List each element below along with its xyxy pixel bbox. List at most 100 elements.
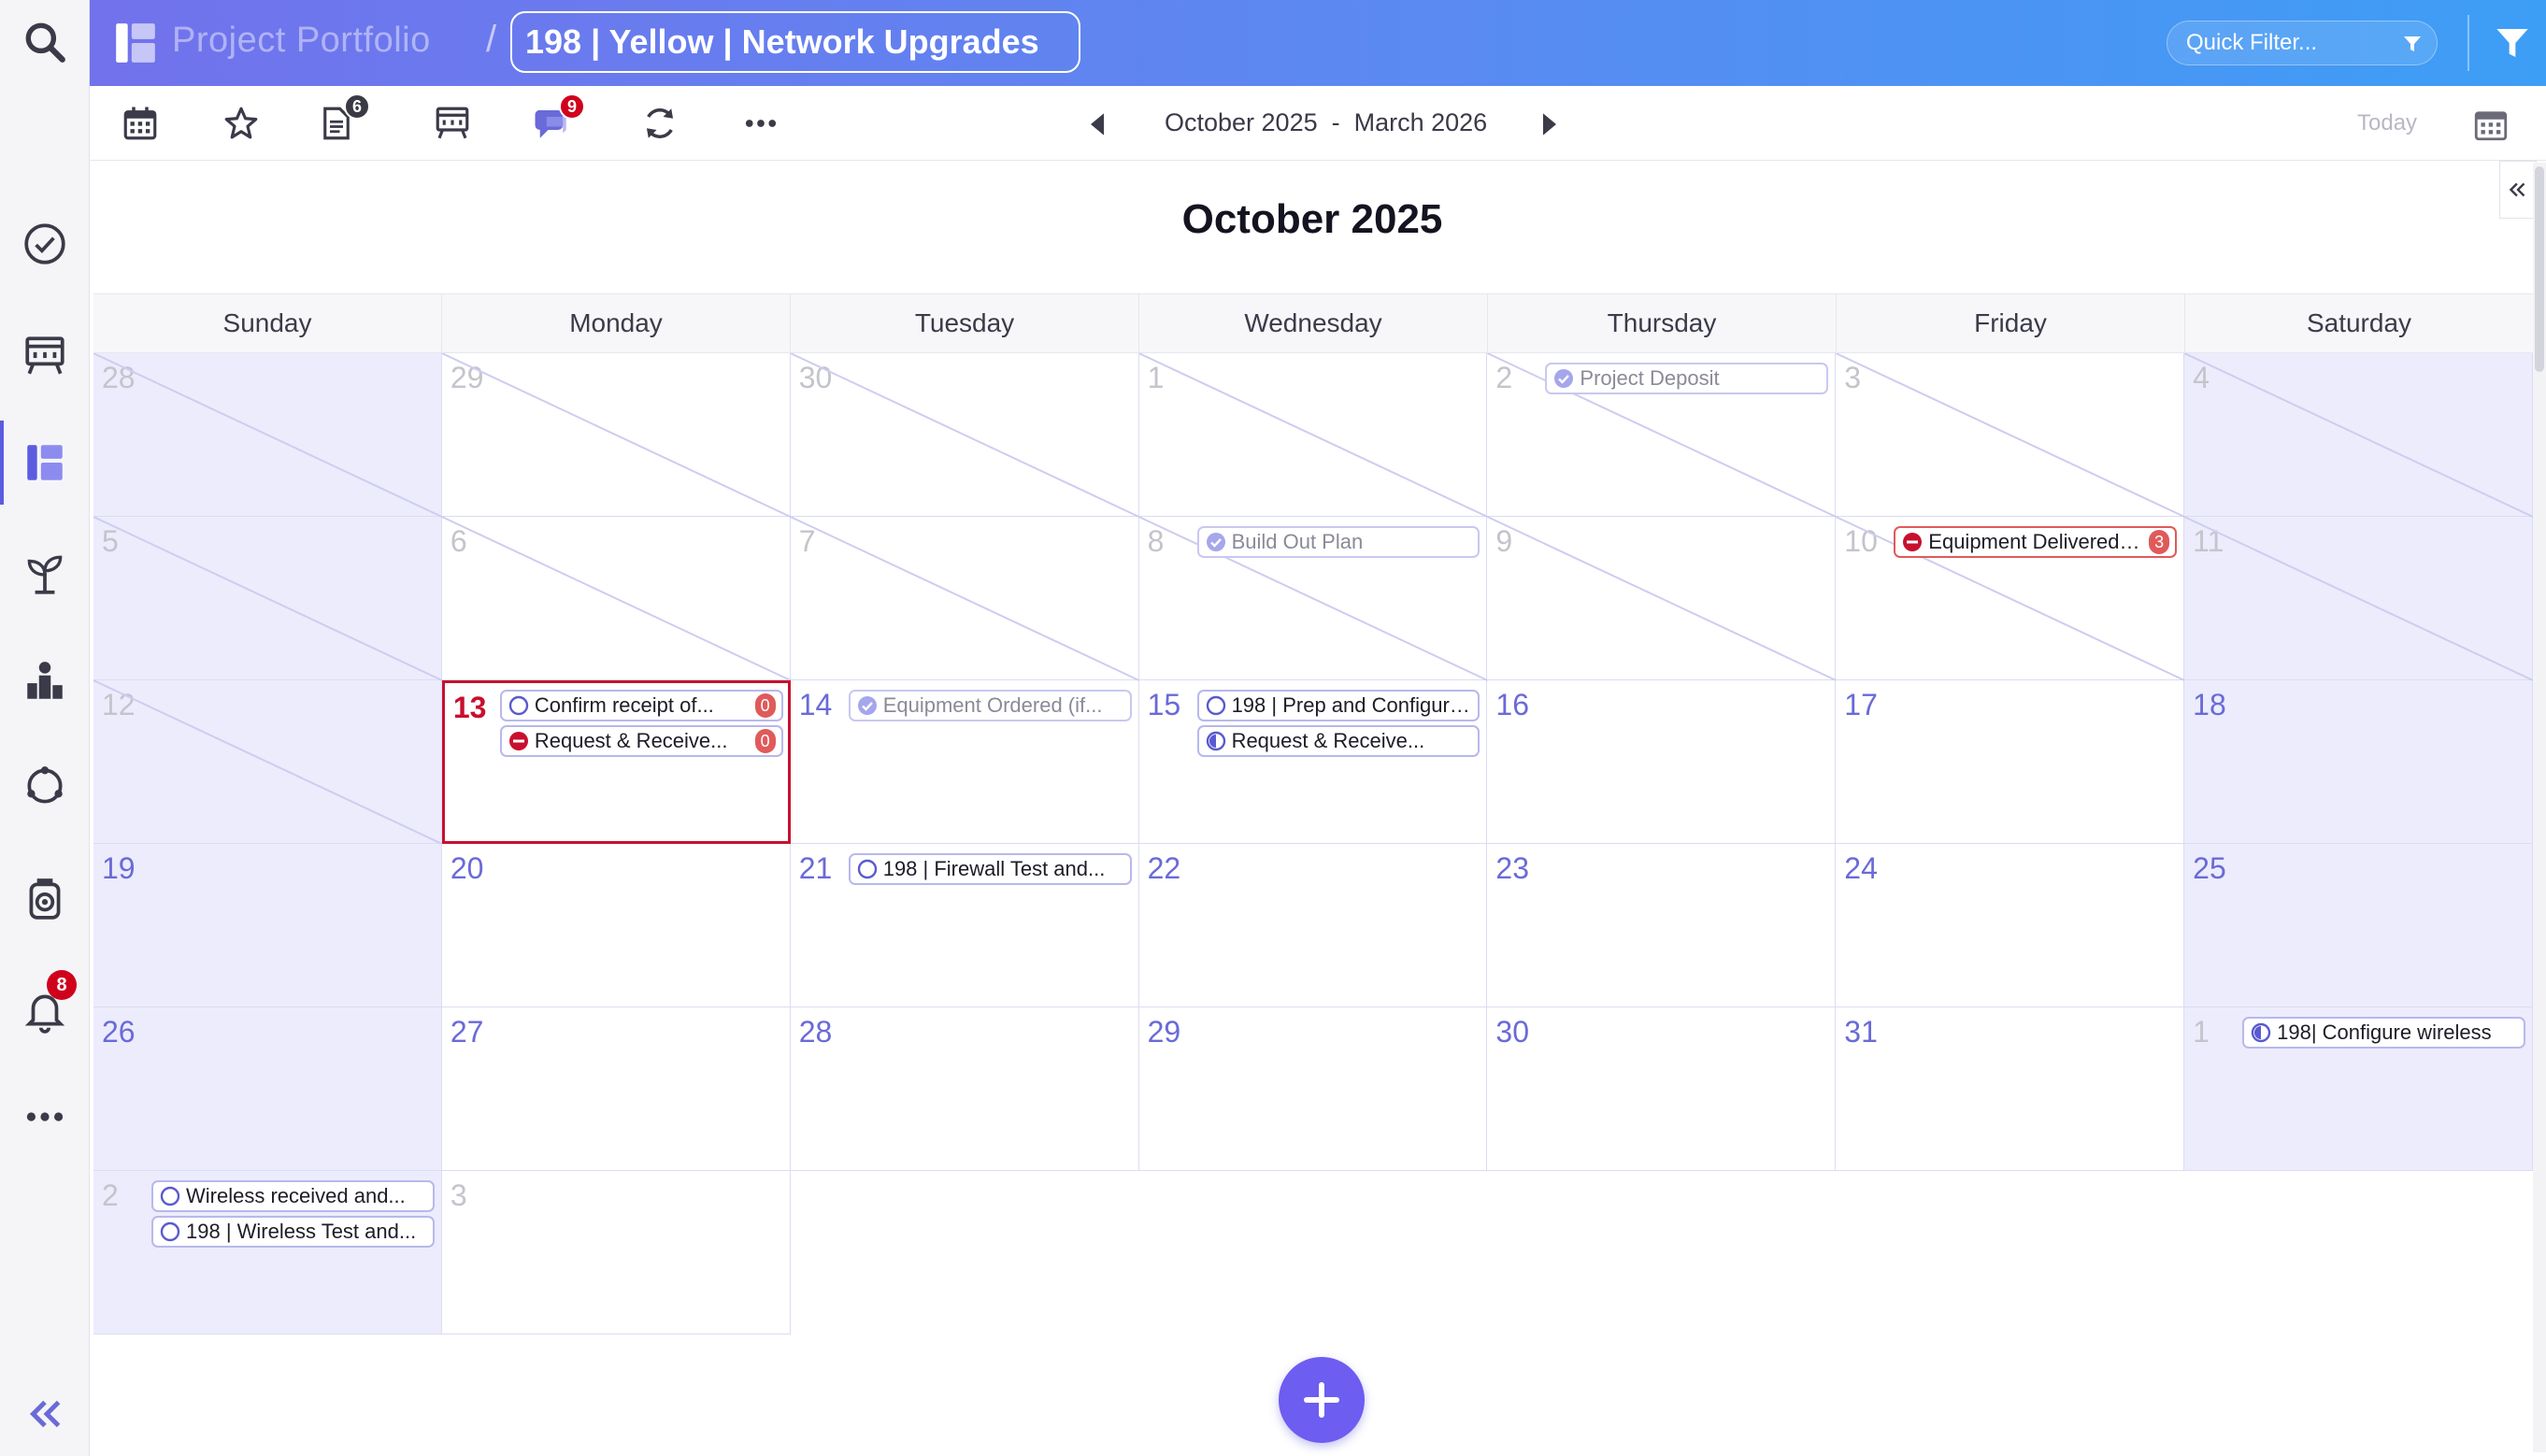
board-icon[interactable] [430,101,475,146]
event-count-badge: 3 [2149,530,2170,554]
header-divider [2467,15,2469,71]
star-icon[interactable] [219,101,264,146]
day-cell[interactable]: 19 [93,844,442,1007]
breadcrumb-portfolio[interactable]: Project Portfolio [172,21,431,61]
top-header: Project Portfolio / 198 | Yellow | Netwo… [90,0,2546,86]
day-cell[interactable]: 30 [1487,1007,1837,1171]
event-count-badge: 0 [754,693,776,718]
calendar-event[interactable]: Project Deposit [1545,363,1829,394]
day-number: 12 [102,688,136,721]
check-circle-icon[interactable] [0,202,90,286]
day-cell[interactable]: 24 [1836,844,2185,1007]
calendar-event[interactable]: 198 | Firewall Test and... [848,853,1132,885]
calendar-event[interactable]: Wireless received and... [151,1180,435,1212]
calendar-event[interactable]: Request & Receive... 0 [499,725,783,757]
portfolio-icon[interactable] [0,421,90,505]
weekday-monday: Monday [442,294,791,352]
calendar-toolbar: 6 9 October 2025 - March 2026 Today [90,86,2546,161]
documents-icon[interactable]: 6 [314,93,370,146]
open-status-icon [160,1186,180,1206]
refresh-icon[interactable] [637,101,682,146]
day-number: 18 [2193,688,2226,721]
sprout-icon[interactable] [0,533,90,617]
day-cell[interactable]: 6 [441,517,791,680]
day-cell[interactable]: 23 [1487,844,1837,1007]
breadcrumb-separator: / [486,19,497,60]
day-cell[interactable]: 30 [790,353,1139,517]
calendar-event[interactable]: 198| Configure wireless [2242,1017,2525,1049]
day-cell[interactable]: 25 [2184,844,2533,1007]
day-cell[interactable]: 28 [93,353,442,517]
day-cell[interactable]: 5 [93,517,442,680]
search-icon[interactable] [0,0,90,84]
day-cell[interactable]: 12 [93,680,442,844]
next-range-icon[interactable] [1537,110,1563,138]
day-cell[interactable]: 29 [441,353,791,517]
event-title: 198 | Prep and Configure... [1231,693,1473,717]
calendar-event[interactable]: Equipment Ordered (if... [848,690,1132,721]
day-cell[interactable]: 20 [441,844,791,1007]
weekday-header: Sunday Monday Tuesday Wednesday Thursday… [93,293,2533,353]
day-number: 10 [1844,524,1878,558]
quick-filter-input[interactable]: Quick Filter... [2167,21,2438,65]
day-cell[interactable]: 18 [2184,680,2533,844]
messages-icon[interactable]: 9 [529,93,585,146]
day-cell[interactable]: 22 [1138,844,1488,1007]
day-cell[interactable]: 3 [441,1171,791,1335]
filter-icon[interactable] [2494,24,2531,62]
day-number: 13 [452,691,487,724]
funnel-icon [2404,36,2421,51]
cycle-icon[interactable] [0,744,90,828]
today-button[interactable]: Today [2357,110,2417,136]
scrollbar-thumb[interactable] [2535,166,2544,372]
day-cell[interactable]: 29 [1138,1007,1488,1171]
day-cell[interactable]: 11 [2184,517,2533,680]
day-cell[interactable]: 31 [1836,1007,2185,1171]
double-chevron-left-icon[interactable] [0,1372,90,1456]
calendar-icon[interactable] [118,101,163,146]
day-cell[interactable]: 28 [790,1007,1139,1171]
project-title[interactable]: 198 | Yellow | Network Upgrades [510,11,1080,73]
camera-jar-icon[interactable] [0,856,90,940]
messages-badge: 9 [559,93,585,120]
date-range-label[interactable]: October 2025 - March 2026 [1165,108,1487,137]
day-number: 31 [1844,1015,1878,1049]
day-cell[interactable]: 27 [441,1007,791,1171]
event-title: Wireless received and... [186,1184,406,1207]
day-cell[interactable]: 26 [93,1007,442,1171]
event-count-badge: 0 [754,729,776,753]
more-icon[interactable] [738,101,783,146]
left-sidebar: 8 [0,0,90,1456]
calendar-event[interactable]: Confirm receipt of... 0 [499,690,783,721]
day-cell[interactable]: 7 [790,517,1139,680]
people-chart-icon[interactable] [0,639,90,723]
calendar-event[interactable]: 198 | Wireless Test and... [151,1216,435,1248]
portfolio-logo-icon [116,23,155,63]
calendar-event[interactable]: Build Out Plan [1196,526,1480,558]
calendar-event[interactable]: Request & Receive... [1196,725,1480,757]
board-icon[interactable] [0,314,90,398]
day-number: 7 [798,524,816,558]
completed-status-icon [1554,369,1574,388]
open-status-icon [1206,695,1225,716]
previous-range-icon[interactable] [1084,110,1110,138]
calendar-event[interactable]: 198 | Prep and Configure... [1196,690,1480,721]
day-number: 27 [450,1015,484,1049]
day-cell[interactable]: 1 [1138,353,1488,517]
day-cell[interactable]: 17 [1836,680,2185,844]
date-picker-icon[interactable] [2471,105,2510,144]
add-item-button[interactable] [1279,1357,1365,1443]
day-cell[interactable]: 4 [2184,353,2533,517]
collapse-panel-button[interactable] [2499,161,2537,219]
day-number: 24 [1844,851,1878,885]
calendar-event[interactable]: Equipment Delivered /... 3 [1894,526,2178,558]
day-cell[interactable]: 16 [1487,680,1837,844]
weekday-tuesday: Tuesday [791,294,1139,352]
bell-icon[interactable]: 8 [0,968,90,1052]
weekday-wednesday: Wednesday [1139,294,1488,352]
day-cell[interactable]: 9 [1487,517,1837,680]
month-title: October 2025 [1181,196,1443,242]
day-cell[interactable]: 3 [1836,353,2185,517]
day-number: 15 [1147,688,1181,721]
more-icon[interactable] [0,1075,90,1159]
